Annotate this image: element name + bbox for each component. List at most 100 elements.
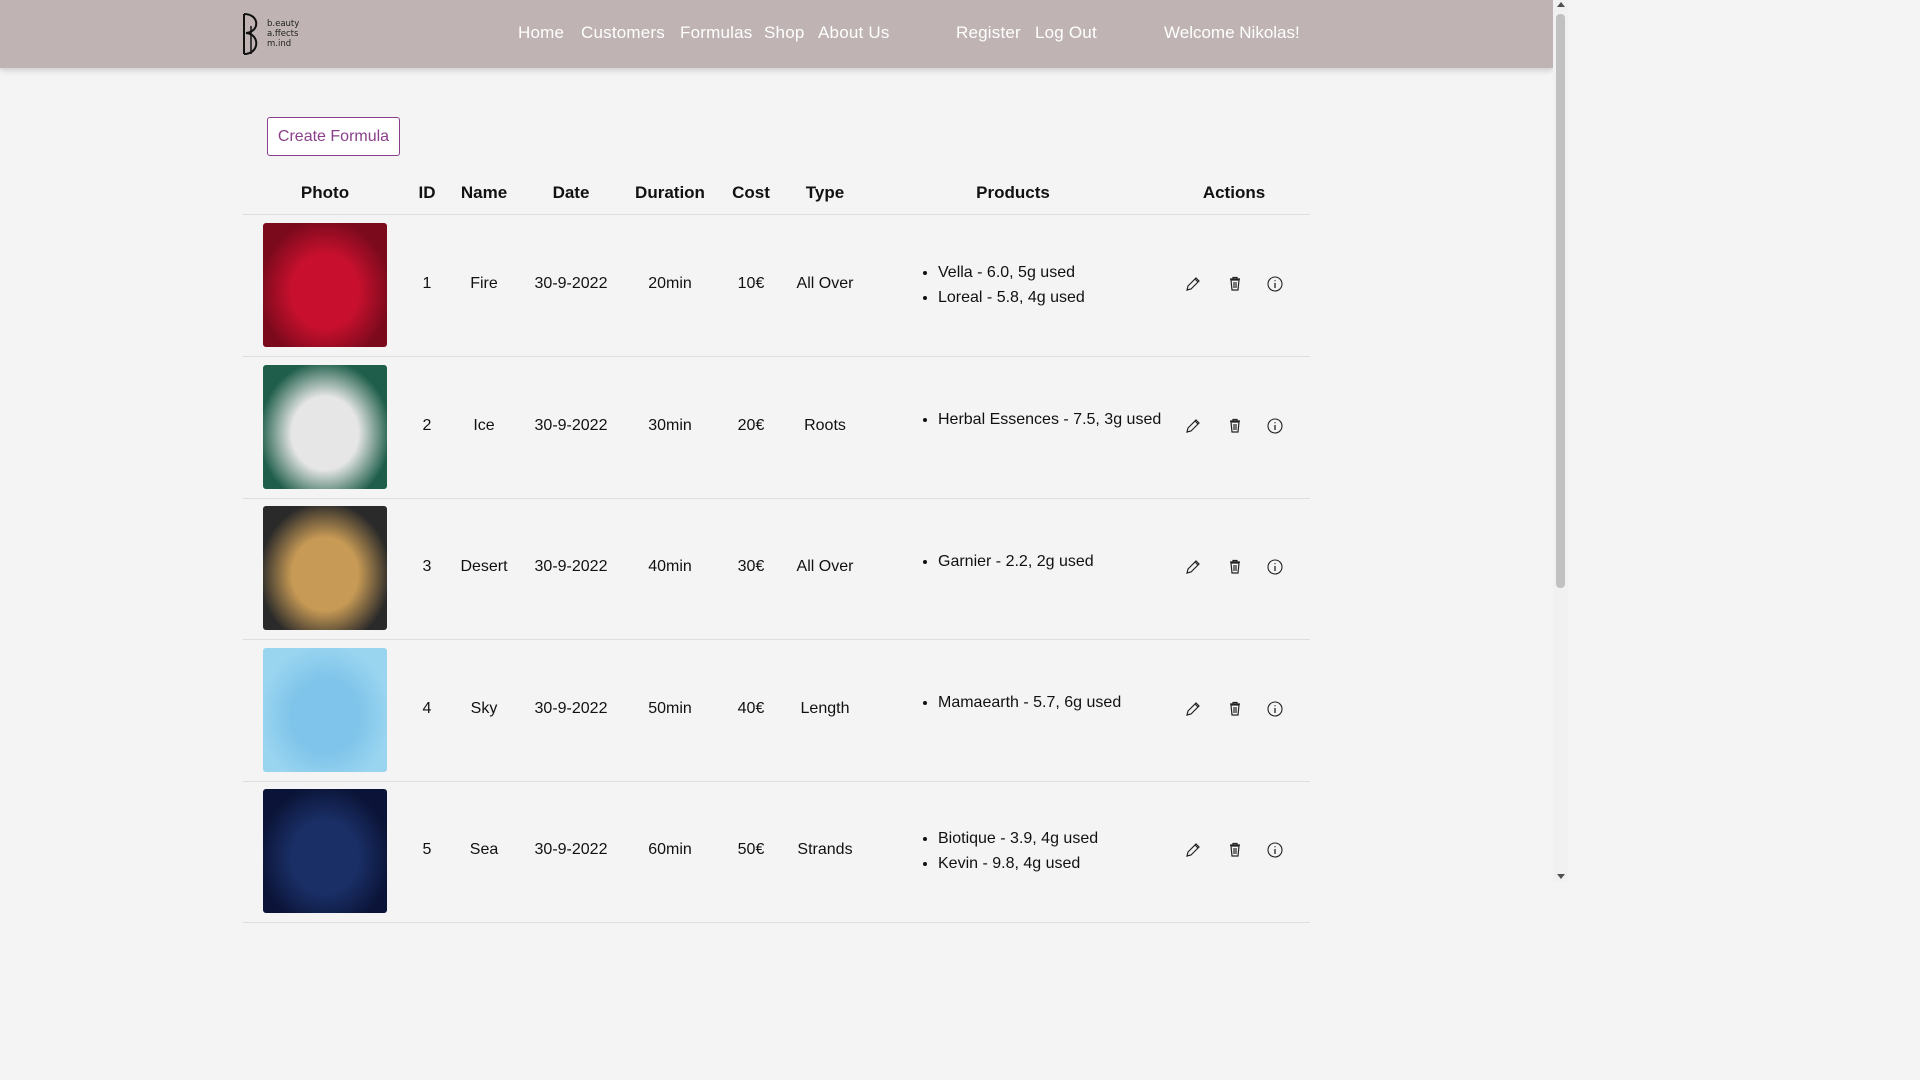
product-list: Biotique - 3.9, 4g usedKevin - 9.8, 4g u… [921,826,1098,876]
product-item: Loreal - 5.8, 4g used [938,285,1085,310]
nav-customers[interactable]: Customers [581,23,665,43]
table-row: 5 Sea 30-9-2022 60min 50€ Strands Biotiq… [243,781,1310,923]
brand-logo[interactable]: b.eauty a.ffects m.ind [242,12,304,56]
product-list: Herbal Essences - 7.5, 3g used [921,407,1161,432]
header-duration: Duration [635,183,705,202]
edit-button[interactable] [1184,417,1204,437]
product-list: Mamaearth - 5.7, 6g used [921,690,1121,715]
pencil-icon [1186,701,1200,716]
info-button[interactable] [1266,417,1286,437]
cell-name: Sky [470,699,498,717]
pencil-icon [1186,843,1200,857]
cell-cost: 10€ [737,275,765,292]
cell-id: 5 [422,841,432,858]
table-row: 4 Sky 30-9-2022 50min 40€ Length Mamaear… [243,640,1310,782]
header-type: Type [805,183,845,202]
info-button[interactable] [1266,700,1286,720]
cell-name: Sea [469,841,499,858]
pencil-icon [1186,560,1200,574]
scroll-up-icon[interactable] [1557,2,1565,7]
cell-duration: 30min [648,416,692,434]
cell-id: 1 [422,275,432,292]
info-icon [1267,559,1283,575]
nav-register[interactable]: Register [956,23,1021,43]
cell-date: 30-9-2022 [534,699,608,717]
cell-type: Roots [804,416,846,434]
product-item: Kevin - 9.8, 4g used [938,851,1098,876]
header-date: Date [552,183,590,202]
nav-shop[interactable]: Shop [764,23,805,43]
info-icon [1267,276,1283,292]
cell-type: Strands [797,841,853,858]
table-row: 1 Fire 30-9-2022 20min 10€ All Over Vell… [243,215,1310,357]
formula-photo [263,223,387,347]
cell-cost: 50€ [737,841,765,858]
formula-photo [263,364,387,489]
header-actions: Actions [1202,183,1266,202]
cell-type: All Over [796,558,854,575]
edit-button[interactable] [1184,841,1204,861]
delete-button[interactable] [1226,275,1246,295]
delete-button[interactable] [1226,417,1246,437]
vertical-scrollbar[interactable] [1553,0,1568,882]
trash-icon [1230,559,1240,574]
product-item: Garnier - 2.2, 2g used [938,549,1094,574]
formula-photo [263,506,387,630]
trash-icon [1230,276,1240,291]
cell-duration: 20min [648,275,692,292]
cell-date: 30-9-2022 [534,416,608,434]
create-formula-button[interactable]: Create Formula [267,117,400,156]
cell-cost: 20€ [737,416,765,434]
delete-button[interactable] [1226,841,1246,861]
cell-cost: 40€ [737,699,765,717]
scroll-thumb[interactable] [1556,14,1565,588]
nav-home[interactable]: Home [518,23,564,43]
delete-button[interactable] [1226,700,1246,720]
product-item: Mamaearth - 5.7, 6g used [938,690,1121,715]
trash-icon [1230,418,1240,433]
product-item: Biotique - 3.9, 4g used [938,826,1098,851]
formula-photo [263,789,387,913]
cell-id: 4 [422,699,432,717]
header-products: Products [976,183,1050,202]
edit-button[interactable] [1184,558,1204,578]
delete-button[interactable] [1226,558,1246,578]
cell-type: All Over [796,275,854,292]
product-list: Vella - 6.0, 5g usedLoreal - 5.8, 4g use… [921,260,1085,310]
cell-id: 2 [422,416,432,434]
product-item: Herbal Essences - 7.5, 3g used [938,407,1161,432]
info-button[interactable] [1266,841,1286,861]
welcome-message: Welcome Nikolas! [1164,23,1300,42]
info-button[interactable] [1266,275,1286,295]
pencil-icon [1186,418,1200,433]
product-item: Vella - 6.0, 5g used [938,260,1085,285]
cell-id: 3 [422,558,432,575]
info-icon [1267,417,1283,434]
trash-icon [1230,701,1240,716]
pencil-icon [1186,277,1200,291]
info-button[interactable] [1266,558,1286,578]
cell-date: 30-9-2022 [534,558,608,575]
product-list: Garnier - 2.2, 2g used [921,549,1094,574]
formula-photo [263,647,387,772]
edit-button[interactable] [1184,700,1204,720]
logo-mark-icon [243,13,258,55]
cell-name: Ice [473,416,495,434]
edit-button[interactable] [1184,275,1204,295]
cell-duration: 40min [648,558,692,575]
logo-text: b.eauty a.ffects m.ind [267,19,300,49]
header-photo: Photo [300,183,350,202]
cell-duration: 50min [648,699,692,717]
header-name: Name [460,183,508,202]
nav-log-out[interactable]: Log Out [1035,23,1097,43]
cell-type: Length [800,699,850,717]
info-icon [1267,700,1283,717]
nav-formulas[interactable]: Formulas [680,23,752,43]
cell-date: 30-9-2022 [534,841,608,858]
nav-about-us[interactable]: About Us [818,23,890,43]
navbar: b.eauty a.ffects m.ind Home Customers Fo… [0,0,1553,68]
table-row: 2 Ice 30-9-2022 30min 20€ Roots Herbal E… [243,357,1310,499]
cell-name: Desert [460,558,508,575]
scroll-down-icon[interactable] [1557,874,1565,879]
cell-duration: 60min [648,841,692,858]
